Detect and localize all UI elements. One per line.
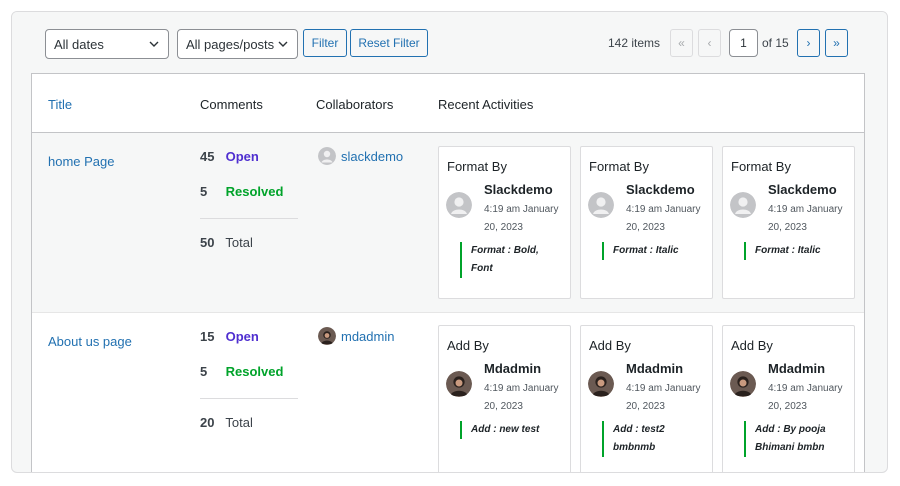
activity-heading: Add By <box>731 338 773 353</box>
items-count: 142 items <box>607 36 660 50</box>
collaborator-link[interactable]: slackdemo <box>318 147 403 165</box>
open-count: 15 <box>200 329 215 344</box>
table-row: About us page 15 Open 5 Resolved 20 Tota… <box>32 313 864 472</box>
activity-card: Format By Slackdemo 4:19 am January 20, … <box>722 146 855 299</box>
filter-button[interactable]: Filter <box>303 29 347 57</box>
comments-table: Title Comments Collaborators Recent Acti… <box>31 73 865 472</box>
user-photo-icon <box>446 371 472 397</box>
dates-select[interactable]: All dates <box>45 29 169 59</box>
activity-note: Format : Bold, Font <box>460 242 563 278</box>
open-count: 45 <box>200 149 215 164</box>
page-title-link[interactable]: About us page <box>48 334 132 349</box>
collaborator-name: slackdemo <box>341 148 404 164</box>
reset-filter-button[interactable]: Reset Filter <box>350 29 428 57</box>
resolved-label: Resolved <box>225 364 284 379</box>
activity-user: Slackdemo <box>626 182 695 197</box>
activity-time: 4:19 am January 20, 2023 <box>768 383 843 412</box>
resolved-comments[interactable]: 5 Resolved <box>200 184 283 199</box>
open-label: Open <box>225 329 259 344</box>
activity-card: Format By Slackdemo 4:19 am January 20, … <box>580 146 713 299</box>
prev-page-button[interactable]: ‹ <box>698 29 721 57</box>
resolved-count: 5 <box>200 184 208 199</box>
collaborator-name: mdadmin <box>341 328 395 344</box>
activity-card: Format By Slackdemo 4:19 am January 20, … <box>438 146 571 299</box>
filter-toolbar: All dates All pages/posts Filter Reset F… <box>12 12 887 74</box>
activity-card: Add By Mdadmin 4:19 am January 20, 2023 … <box>580 325 713 472</box>
table-header: Title Comments Collaborators Recent Acti… <box>32 74 864 133</box>
total-label: Total <box>225 235 253 250</box>
column-recent-activities: Recent Activities <box>438 97 534 112</box>
comments-dashboard: All dates All pages/posts Filter Reset F… <box>11 11 888 473</box>
activity-card: Add By Mdadmin 4:19 am January 20, 2023 … <box>438 325 571 472</box>
column-title[interactable]: Title <box>48 97 72 112</box>
resolved-count: 5 <box>200 364 208 379</box>
open-comments[interactable]: 15 Open <box>200 329 259 344</box>
activity-heading: Format By <box>447 159 507 174</box>
last-page-button[interactable]: » <box>825 29 848 57</box>
first-page-button[interactable]: « <box>670 29 693 57</box>
activity-note: Add : By pooja Bhimani bmbn <box>744 421 847 457</box>
page-title-link[interactable]: home Page <box>48 154 115 169</box>
person-placeholder-icon <box>588 192 614 218</box>
activity-time: 4:19 am January 20, 2023 <box>768 204 843 233</box>
activity-time: 4:19 am January 20, 2023 <box>484 383 559 412</box>
activity-heading: Add By <box>447 338 489 353</box>
chevron-down-icon <box>278 41 288 47</box>
total-comments: 50 Total <box>200 235 253 250</box>
activity-note: Format : Italic <box>744 242 847 260</box>
table-row: home Page 45 Open 5 Resolved 50 Total sl… <box>32 133 864 313</box>
activity-heading: Add By <box>589 338 631 353</box>
activity-time: 4:19 am January 20, 2023 <box>484 204 559 233</box>
total-count: 50 <box>200 235 215 250</box>
current-page-input[interactable]: 1 <box>729 29 758 57</box>
total-count: 20 <box>200 415 215 430</box>
activity-heading: Format By <box>589 159 649 174</box>
person-placeholder-icon <box>730 192 756 218</box>
activity-note: Add : test2 bmbnmb <box>602 421 705 457</box>
activity-user: Mdadmin <box>484 361 542 376</box>
pages-select-value: All pages/posts <box>186 36 275 52</box>
activity-note: Add : new test <box>460 421 563 439</box>
activity-user: Mdadmin <box>626 361 684 376</box>
user-photo-icon <box>318 327 336 345</box>
total-comments: 20 Total <box>200 415 253 430</box>
column-comments: Comments <box>200 97 263 112</box>
activity-time: 4:19 am January 20, 2023 <box>626 204 701 233</box>
user-photo-icon <box>730 371 756 397</box>
activity-time: 4:19 am January 20, 2023 <box>626 383 701 412</box>
total-label: Total <box>225 415 253 430</box>
divider <box>200 398 298 399</box>
divider <box>200 218 298 219</box>
activity-user: Mdadmin <box>768 361 826 376</box>
activity-heading: Format By <box>731 159 791 174</box>
resolved-comments[interactable]: 5 Resolved <box>200 364 283 379</box>
open-label: Open <box>225 149 259 164</box>
person-placeholder-icon <box>318 147 336 165</box>
total-pages: of 15 <box>762 36 789 50</box>
dates-select-value: All dates <box>54 36 104 52</box>
next-page-button[interactable]: › <box>797 29 820 57</box>
resolved-label: Resolved <box>225 184 284 199</box>
collaborator-link[interactable]: mdadmin <box>318 327 394 345</box>
activity-user: Slackdemo <box>768 182 837 197</box>
activity-note: Format : Italic <box>602 242 705 260</box>
pages-select[interactable]: All pages/posts <box>177 29 298 59</box>
column-collaborators: Collaborators <box>316 97 394 112</box>
activity-user: Slackdemo <box>484 182 553 197</box>
open-comments[interactable]: 45 Open <box>200 149 259 164</box>
person-placeholder-icon <box>446 192 472 218</box>
chevron-down-icon <box>149 41 159 47</box>
user-photo-icon <box>588 371 614 397</box>
activity-card: Add By Mdadmin 4:19 am January 20, 2023 … <box>722 325 855 472</box>
